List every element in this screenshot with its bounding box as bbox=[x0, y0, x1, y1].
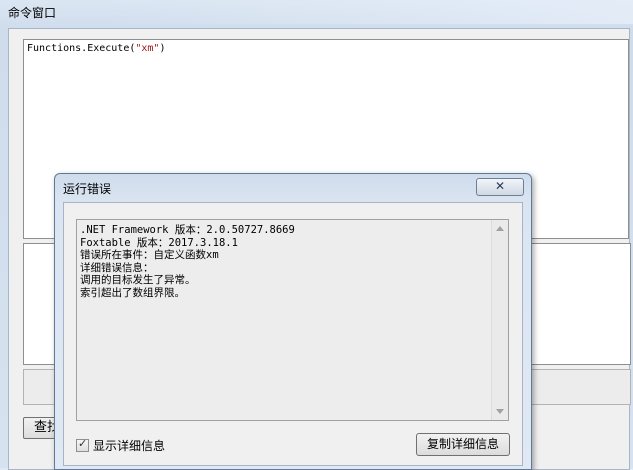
error-line: 错误所在事件：自定义函数xm bbox=[80, 249, 219, 261]
code-suffix: ) bbox=[159, 43, 166, 54]
error-message-box[interactable]: .NET Framework 版本：2.0.50727.8669 Foxtabl… bbox=[76, 219, 509, 421]
code-string: "xm" bbox=[135, 43, 160, 54]
error-line: .NET Framework 版本：2.0.50727.8669 bbox=[80, 224, 295, 236]
error-line: Foxtable 版本：2017.3.18.1 bbox=[80, 236, 238, 249]
error-line: 索引超出了数组界限。 bbox=[80, 286, 185, 299]
close-icon: ✕ bbox=[494, 179, 506, 193]
dialog-body: .NET Framework 版本：2.0.50727.8669 Foxtabl… bbox=[63, 202, 523, 466]
show-details-checkbox[interactable]: ✓ bbox=[76, 437, 89, 452]
vertical-scrollbar[interactable] bbox=[491, 220, 508, 420]
checkmark-icon: ✓ bbox=[78, 437, 88, 450]
copy-details-button[interactable]: 复制详细信息 bbox=[416, 433, 510, 456]
show-details-label: 显示详细信息 bbox=[93, 439, 166, 453]
title-bar-background bbox=[100, 0, 633, 24]
code-prefix: Functions.Execute( bbox=[27, 43, 136, 54]
show-details-option[interactable]: ✓ 显示详细信息 bbox=[76, 437, 165, 454]
close-button[interactable]: ✕ bbox=[476, 178, 524, 196]
dialog-title: 运行错误 bbox=[63, 182, 112, 196]
error-dialog: 运行错误 ✕ .NET Framework 版本：2.0.50727.8669 … bbox=[54, 173, 532, 470]
error-message-text: .NET Framework 版本：2.0.50727.8669 Foxtabl… bbox=[80, 224, 295, 299]
scroll-down-arrow-icon[interactable] bbox=[496, 409, 504, 414]
error-line: 详细错误信息： bbox=[80, 261, 154, 274]
error-line: 调用的目标发生了异常。 bbox=[80, 274, 196, 286]
window-title: 命令窗口 bbox=[8, 6, 57, 20]
scroll-up-arrow-icon[interactable] bbox=[496, 226, 504, 231]
